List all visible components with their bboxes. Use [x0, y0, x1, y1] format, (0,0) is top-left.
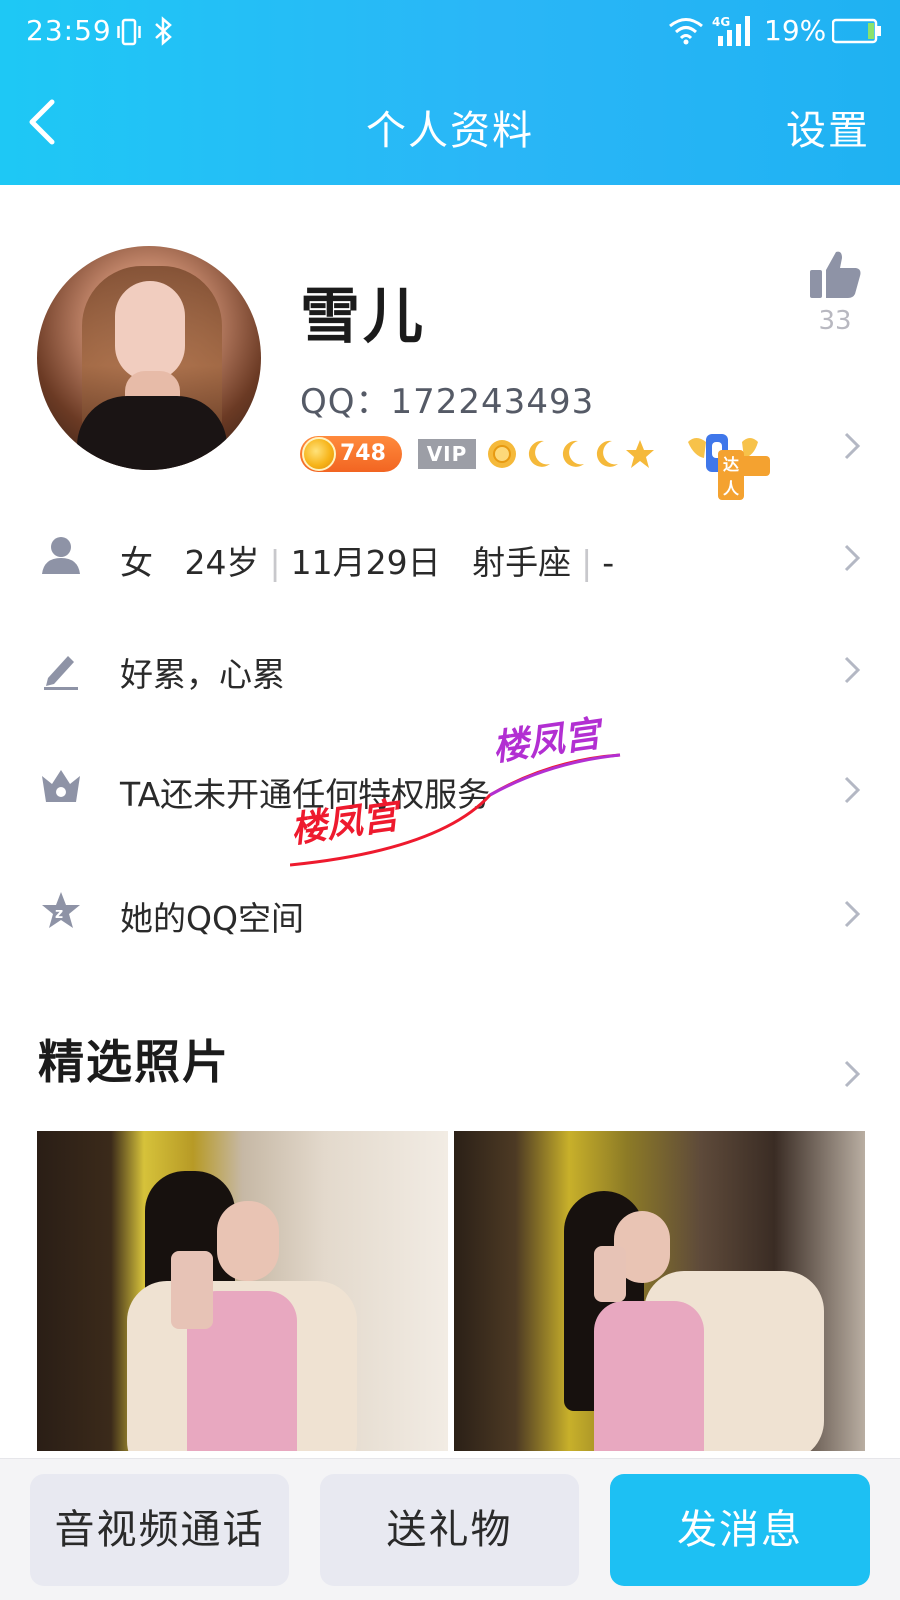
chevron-right-icon[interactable]	[842, 1058, 862, 1090]
moon-level-icon	[596, 440, 618, 467]
daren-label: 达人	[718, 450, 745, 500]
photo-subject-dress	[594, 1301, 704, 1451]
chevron-right-icon	[844, 900, 861, 928]
send-gift-button[interactable]: 送礼物	[320, 1474, 579, 1586]
battery-percent: 19%	[764, 14, 827, 47]
zodiac: 射手座	[472, 543, 572, 582]
crown-icon	[42, 770, 80, 802]
photo-subject-phone	[171, 1251, 213, 1329]
basic-info-row[interactable]: 女 24岁 | 11月29日 射手座 | -	[0, 512, 900, 602]
signature-row[interactable]: 好累，心累	[0, 624, 900, 714]
chevron-right-icon	[844, 656, 861, 684]
gender: 女	[120, 543, 153, 582]
avatar[interactable]	[37, 246, 261, 470]
video-call-button[interactable]: 音视频通话	[30, 1474, 289, 1586]
moon-level-icon	[528, 440, 550, 467]
qq-number: QQ：172243493	[300, 382, 595, 422]
star-level-icon	[626, 440, 654, 468]
status-time: 23:59	[26, 14, 112, 47]
qzone-row[interactable]: z 她的QQ空间	[0, 868, 900, 958]
qzone-star-icon: z	[42, 892, 80, 928]
pencil-icon	[44, 656, 78, 690]
bluetooth-icon	[155, 16, 172, 46]
signal-icon: 4G	[712, 15, 750, 46]
featured-photo[interactable]	[37, 1131, 448, 1451]
qzone-text: 她的QQ空间	[120, 899, 304, 938]
coin-icon	[302, 437, 336, 471]
wifi-icon	[669, 18, 703, 45]
extra-info: -	[602, 543, 615, 582]
age: 24岁	[184, 543, 260, 582]
photo-subject-phone	[594, 1246, 626, 1302]
sun-level-icon	[488, 440, 516, 468]
svg-text:4G: 4G	[712, 15, 730, 29]
chevron-right-icon	[844, 544, 861, 572]
thumbs-up-icon[interactable]	[808, 248, 862, 302]
avatar-face	[115, 281, 185, 381]
basic-info-text: 女 24岁 | 11月29日 射手座 | -	[120, 536, 614, 584]
header: 23:59 4G 19% 个人资料 设置	[0, 0, 900, 185]
photo-subject-face	[217, 1201, 279, 1281]
moon-level-icon	[562, 440, 584, 467]
avatar-dress	[77, 396, 227, 470]
chevron-right-icon[interactable]	[842, 430, 862, 462]
separator: |	[269, 543, 281, 582]
coin-badge[interactable]: 748	[300, 436, 402, 472]
vip-badge[interactable]: VIP	[418, 439, 476, 469]
svg-text:z: z	[55, 906, 63, 922]
birthday: 11月29日	[290, 543, 441, 582]
like-count: 33	[818, 306, 852, 336]
separator: |	[581, 543, 593, 582]
vibrate-icon	[117, 18, 141, 46]
featured-photo[interactable]	[454, 1131, 865, 1451]
send-message-button[interactable]: 发消息	[610, 1474, 870, 1586]
profile-name: 雪儿	[300, 282, 426, 352]
person-icon	[42, 537, 80, 574]
chevron-right-icon	[844, 776, 861, 804]
battery-icon	[832, 18, 881, 44]
settings-button[interactable]: 设置	[786, 98, 870, 156]
signature-text: 好累，心累	[120, 655, 285, 694]
coin-value: 748	[340, 441, 386, 466]
page-title: 个人资料	[366, 108, 534, 154]
status-bar: 23:59 4G 19%	[0, 0, 900, 62]
nav-bar: 个人资料 设置	[0, 62, 900, 185]
photos-section-title: 精选照片	[38, 1035, 230, 1089]
